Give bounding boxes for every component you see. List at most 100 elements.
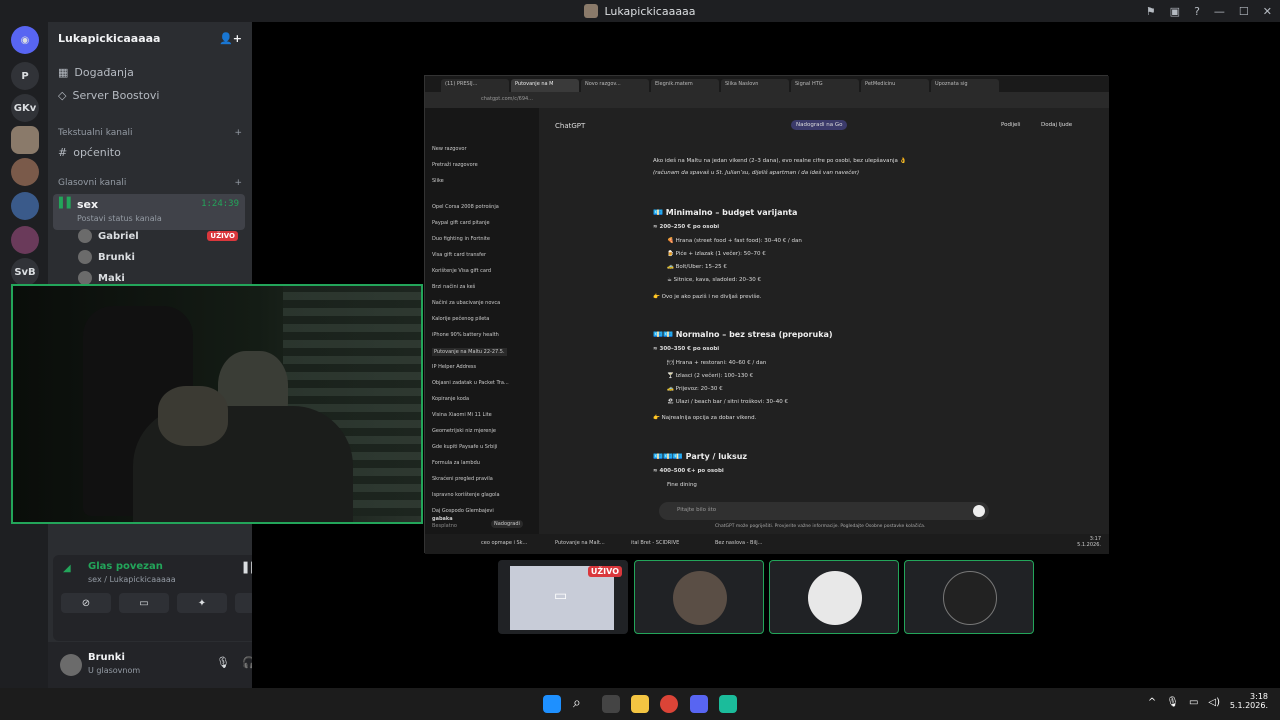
signal-icon: ◢ <box>63 563 71 574</box>
app-icon[interactable] <box>719 695 737 713</box>
webcam-feed[interactable] <box>11 284 423 524</box>
voice-member[interactable]: Maki <box>78 271 125 285</box>
history-item[interactable]: Duo fighting in Fortnite <box>432 236 490 242</box>
voice-category[interactable]: Glasovni kanali + <box>58 178 242 188</box>
screenshare-button[interactable]: ▭ <box>119 593 169 613</box>
history-item[interactable]: Visina Xiaomi Mi 11 Lite <box>432 412 492 418</box>
prompt-input[interactable]: Pitajte bilo što <box>659 502 989 520</box>
invite-icon[interactable]: 👤+ <box>219 32 242 45</box>
browser-tab[interactable]: Slika Naslovn <box>721 79 789 92</box>
voice-channel-sex[interactable]: ▌▌ sex 1:24:39 Postavi status kanala <box>53 194 245 230</box>
camera-toggle-button[interactable]: ⊘ <box>61 593 111 613</box>
history-item[interactable]: Načini za ubacivanje novca <box>432 300 500 306</box>
system-clock[interactable]: 3:18 5.1.2026. <box>1230 692 1268 710</box>
guild-gkv[interactable]: GKv <box>11 94 39 122</box>
avatar[interactable] <box>60 654 82 676</box>
share-button[interactable]: Podijeli <box>1001 122 1020 128</box>
history-item[interactable]: Opel Corsa 2008 potrošnja <box>432 204 499 210</box>
stream-taskbar-item[interactable]: ceo opmape i Sk... <box>481 540 527 546</box>
maximize-icon[interactable]: ☐ <box>1239 5 1249 18</box>
browser-tab[interactable]: Elegnik.matem <box>651 79 719 92</box>
guild-p[interactable]: P <box>11 62 39 90</box>
volume-icon[interactable]: ◁) <box>1208 697 1220 708</box>
history-item[interactable]: Skraćeni pregled pravila <box>432 476 493 482</box>
titlebar-controls: ⚑ ▣ ? — ☐ ✕ <box>1146 0 1272 22</box>
browser-tab[interactable]: Novo razgov... <box>581 79 649 92</box>
history-item[interactable]: Ispravno korištenje glagola <box>432 492 500 498</box>
search-icon[interactable]: ⌕ <box>573 695 591 713</box>
voice-member[interactable]: Gabriel UŽIVO <box>78 229 238 243</box>
file-explorer-icon[interactable] <box>631 695 649 713</box>
inbox-icon[interactable]: ▣ <box>1170 5 1180 18</box>
stream-taskbar-item[interactable]: ital Bret - SCIDRIVE <box>631 540 679 546</box>
list-item: 🍺 Piće + izlazak (1 večer): 50–70 € <box>667 251 766 257</box>
channel-general[interactable]: # općenito <box>58 146 121 159</box>
guild-avatar[interactable] <box>11 126 39 154</box>
activities-button[interactable]: ✦ <box>177 593 227 613</box>
chevron-up-icon[interactable]: ^ <box>1148 697 1156 708</box>
history-item[interactable]: Brzi načini za keš <box>432 284 475 290</box>
voice-status[interactable]: Glas povezan <box>88 561 163 572</box>
history-item[interactable]: iPhone 90% battery health <box>432 332 499 338</box>
stream-taskbar-item[interactable]: Bez naslova - Bilj... <box>715 540 762 546</box>
start-icon[interactable] <box>543 695 561 713</box>
history-item[interactable]: Kopiranje koda <box>432 396 469 402</box>
sidebar-item-new-chat[interactable]: New razgovor <box>432 146 467 152</box>
history-item[interactable]: Korištenje Visa gift card <box>432 268 491 274</box>
add-people-button[interactable]: Dodaj ljude <box>1041 122 1072 128</box>
upgrade-button[interactable]: Nadogradi <box>491 520 523 528</box>
microphone-icon[interactable]: 🎙 <box>1166 697 1179 708</box>
voice-mode-icon[interactable] <box>973 505 985 517</box>
history-item[interactable]: Geometrijski niz mjerenje <box>432 428 496 434</box>
minimize-icon[interactable]: — <box>1214 5 1225 18</box>
channel-status[interactable]: Postavi status kanala <box>77 214 162 223</box>
chrome-icon[interactable] <box>660 695 678 713</box>
participant-tile[interactable]: ▭ UŽIVO <box>498 560 628 634</box>
participant-tile[interactable] <box>769 560 899 634</box>
browser-tab[interactable]: (11) PRESIJ... <box>441 79 509 92</box>
add-channel-icon[interactable]: + <box>234 128 242 138</box>
help-icon[interactable]: ? <box>1194 5 1200 18</box>
task-view-icon[interactable] <box>602 695 620 713</box>
discord-home-icon[interactable]: ◉ <box>11 26 39 54</box>
participant-tile[interactable] <box>904 560 1034 634</box>
flag-icon[interactable]: ⚑ <box>1146 5 1156 18</box>
browser-tab[interactable]: Upoznata sig <box>931 79 999 92</box>
app-title[interactable]: ChatGPT <box>555 122 585 130</box>
stream-taskbar-item[interactable]: Putovanje na Malt... <box>555 540 605 546</box>
history-item[interactable]: Daj Gospodo Glembajevi <box>432 508 494 514</box>
upgrade-pill[interactable]: Nadogradi na Go <box>791 120 848 130</box>
voice-location[interactable]: sex / Lukapickicaaaaa <box>88 575 176 584</box>
network-icon[interactable]: ▭ <box>1189 697 1198 708</box>
guild-folder[interactable] <box>11 192 39 220</box>
screen-share-view[interactable]: (11) PRESIJ... Putovanje na M Novo razgo… <box>424 75 1109 554</box>
browser-tab[interactable]: PetMedicinu <box>861 79 929 92</box>
guild-avatar[interactable] <box>11 226 39 254</box>
guild-avatar[interactable] <box>11 158 39 186</box>
history-item[interactable]: Objasni zadatak u Packet Tra... <box>432 380 509 386</box>
history-item[interactable]: Paypal gift card pitanje <box>432 220 490 226</box>
history-item[interactable]: Putovanje na Maltu 22-27.5. <box>432 348 507 356</box>
text-category[interactable]: Tekstualni kanali + <box>58 128 242 138</box>
voice-member[interactable]: Brunki <box>78 250 135 264</box>
sidebar-item-search[interactable]: Pretraži razgovore <box>432 162 478 168</box>
browser-tab[interactable]: Signal HTG <box>791 79 859 92</box>
close-icon[interactable]: ✕ <box>1263 5 1272 18</box>
address-bar[interactable]: chatgpt.com/c/694... <box>425 92 1109 108</box>
history-item[interactable]: Kalorije pečenog pileta <box>432 316 489 322</box>
sidebar-item-images[interactable]: Slike <box>432 178 444 184</box>
microphone-icon[interactable]: 🎙 <box>216 656 230 669</box>
guild-svb[interactable]: SvB <box>11 258 39 286</box>
browser-tab[interactable]: Putovanje na M <box>511 79 579 92</box>
discord-icon[interactable] <box>690 695 708 713</box>
participant-tile[interactable] <box>634 560 764 634</box>
history-item[interactable]: Formula za lambdu <box>432 460 480 466</box>
history-item[interactable]: Gde kupiti Paysafe u Srbiji <box>432 444 497 450</box>
history-item[interactable]: IP Helper Address <box>432 364 476 370</box>
history-item[interactable]: Visa gift card transfer <box>432 252 486 258</box>
server-header[interactable]: Lukapickicaaaaa 👤+ <box>48 22 252 54</box>
add-channel-icon[interactable]: + <box>234 178 242 188</box>
boosts-item[interactable]: ◇ Server Boostovi <box>58 89 159 102</box>
account-name[interactable]: gabaka <box>432 516 453 522</box>
events-item[interactable]: ▦ Događanja <box>58 66 134 79</box>
